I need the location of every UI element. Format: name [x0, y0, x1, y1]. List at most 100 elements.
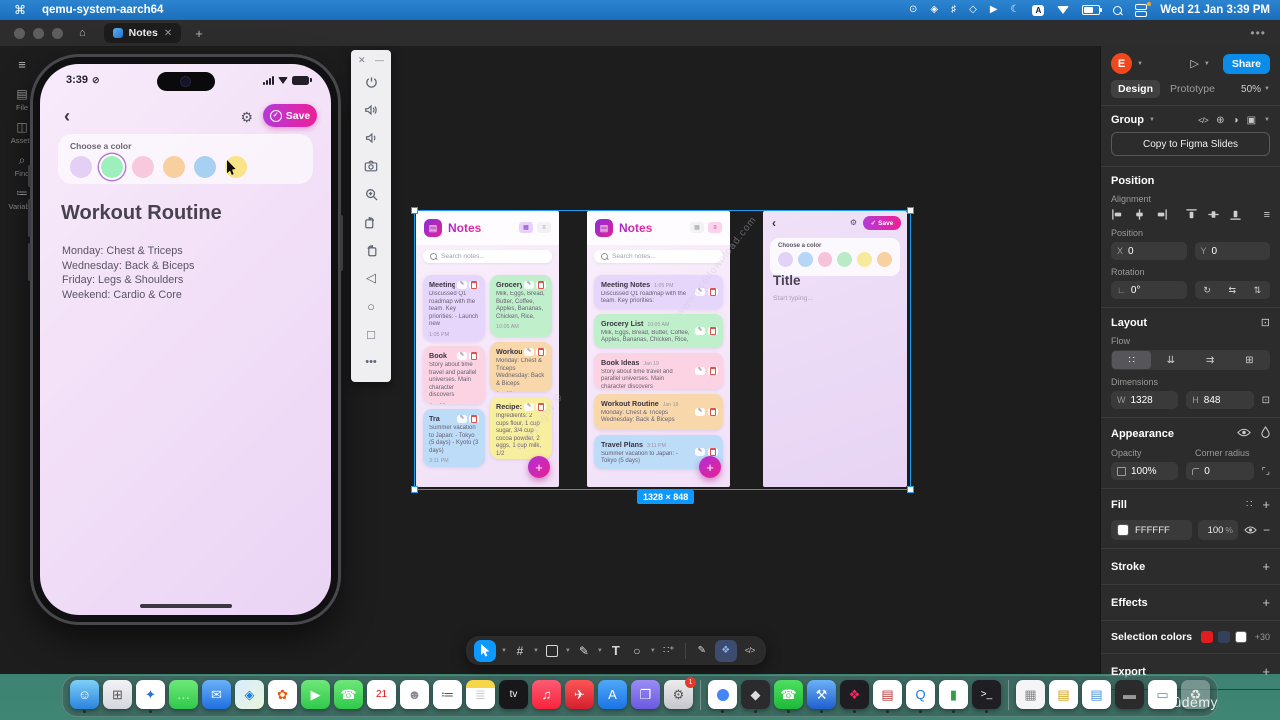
- dock-file-document-2[interactable]: ▤: [1082, 680, 1111, 709]
- color-swatch-lavender[interactable]: [778, 252, 793, 267]
- input-source-icon[interactable]: A: [1032, 5, 1044, 16]
- share-button[interactable]: Share: [1223, 54, 1270, 74]
- flow-grid-icon[interactable]: ⊞: [1230, 351, 1269, 369]
- tab-design[interactable]: Design: [1111, 80, 1160, 98]
- home-icon[interactable]: ○: [351, 292, 391, 320]
- settings-gear-icon[interactable]: ⚙: [240, 109, 253, 126]
- screenshot-icon[interactable]: [351, 152, 391, 180]
- move-tool[interactable]: [474, 640, 496, 662]
- copy-to-figma-slides-button[interactable]: Copy to Figma Slides: [1111, 132, 1270, 156]
- align-horizontal-center-icon[interactable]: [1133, 208, 1146, 221]
- add-note-fab[interactable]: +: [528, 456, 550, 478]
- dock-finder[interactable]: ☺: [70, 680, 99, 713]
- fill-opacity-input[interactable]: 100%: [1198, 520, 1238, 540]
- boolean-groups-icon[interactable]: ▣: [1247, 115, 1256, 126]
- delete-icon[interactable]: [708, 408, 718, 416]
- width-input[interactable]: W1328: [1111, 391, 1178, 409]
- delete-icon[interactable]: [708, 448, 718, 456]
- delete-icon[interactable]: [536, 403, 546, 411]
- fill-styles-icon[interactable]: ∷: [1246, 499, 1252, 510]
- active-app-name[interactable]: qemu-system-aarch64: [42, 4, 163, 16]
- x-position-input[interactable]: X0: [1111, 242, 1187, 260]
- note-card-grocery[interactable]: Grocery✎ Milk, Eggs, Bread, Butter, Coff…: [490, 275, 552, 337]
- frame-tool[interactable]: #: [512, 640, 528, 662]
- file-icon[interactable]: ▤: [16, 88, 27, 100]
- selection-type-chevron-icon[interactable]: ▼: [1149, 117, 1155, 123]
- dock-figma[interactable]: ❖: [840, 680, 869, 713]
- fill-swatch[interactable]: [1117, 524, 1129, 536]
- dock-photos[interactable]: ✿: [268, 680, 297, 709]
- add-fill-icon[interactable]: +: [1262, 497, 1270, 512]
- window-more-icon[interactable]: •••: [1250, 26, 1266, 40]
- dock-installer-file[interactable]: ▦: [1016, 680, 1045, 709]
- dock-calendar[interactable]: 21: [367, 680, 396, 709]
- delete-icon[interactable]: [469, 281, 479, 289]
- assets-icon[interactable]: ◫: [16, 121, 27, 133]
- list-view-toggle[interactable]: ≡: [708, 222, 722, 233]
- frame1-search-bar[interactable]: Search notes...: [423, 250, 552, 263]
- flow-vertical-icon[interactable]: ⇊: [1151, 351, 1190, 369]
- canvas-frame-grid-view[interactable]: ▤ Notes ▦ ≡ Search notes... Meeting✎ Dis…: [416, 211, 559, 487]
- add-effect-icon[interactable]: +: [1262, 595, 1270, 610]
- minimize-window-button[interactable]: [33, 28, 44, 39]
- shape-tool-chevron[interactable]: ▼: [565, 648, 571, 654]
- more-icon[interactable]: •••: [351, 348, 391, 376]
- color-swatch-yellow[interactable]: [857, 252, 872, 267]
- edit-icon[interactable]: ✎: [524, 348, 534, 356]
- align-vertical-center-icon[interactable]: [1207, 208, 1220, 221]
- avatar-chevron-icon[interactable]: ▼: [1137, 61, 1143, 67]
- save-button[interactable]: ✓Save: [263, 104, 317, 127]
- dock-file-document-1[interactable]: ▤: [1049, 680, 1078, 709]
- canvas-frame-editor-view[interactable]: ‹ ⚙ ✓Save Choose a color Title Start typ…: [763, 211, 907, 487]
- note-body[interactable]: Monday: Chest & Triceps Wednesday: Back …: [62, 244, 194, 302]
- delete-icon[interactable]: [469, 415, 479, 423]
- independent-corners-icon[interactable]: ⌜⌟: [1262, 466, 1270, 477]
- play-circle-icon[interactable]: ▶: [990, 5, 998, 15]
- actions-icon[interactable]: ∷⁺: [661, 640, 677, 662]
- traffic-lights[interactable]: [14, 28, 63, 39]
- main-menu-icon[interactable]: ≡: [18, 58, 26, 71]
- list-item-book-ideas[interactable]: Book IdeasJan 19 Story about time travel…: [594, 353, 723, 389]
- editor-body-placeholder[interactable]: Start typing...: [773, 295, 813, 302]
- edit-icon[interactable]: ✎: [524, 281, 534, 289]
- save-button[interactable]: ✓Save: [863, 216, 901, 230]
- present-chevron-icon[interactable]: ▼: [1204, 61, 1210, 67]
- list-view-toggle[interactable]: ≡: [537, 222, 551, 233]
- canvas-frame-list-view[interactable]: ▤ Notes ▦ ≡ Search notes... Meeting Note…: [587, 211, 730, 487]
- selection-handle[interactable]: [411, 486, 418, 493]
- color-swatch-pink[interactable]: [818, 252, 833, 267]
- dock-contacts[interactable]: ☻: [400, 680, 429, 709]
- present-icon[interactable]: ▷: [1190, 57, 1198, 70]
- dock-chrome[interactable]: [708, 680, 737, 713]
- apple-logo-icon[interactable]: ⌘: [14, 3, 26, 17]
- add-stroke-icon[interactable]: +: [1262, 559, 1270, 574]
- color-swatch-mint-selected[interactable]: [101, 156, 123, 178]
- align-left-icon[interactable]: [1111, 208, 1124, 221]
- design-mode-toggle[interactable]: ❖: [715, 640, 737, 662]
- close-tab-icon[interactable]: ✕: [164, 28, 172, 39]
- volume-down-icon[interactable]: [351, 124, 391, 152]
- dev-mode-toggle[interactable]: </>: [742, 640, 758, 662]
- edit-icon[interactable]: ✎: [695, 448, 705, 456]
- close-window-button[interactable]: [14, 28, 25, 39]
- tab-notes[interactable]: Notes ✕: [104, 23, 182, 43]
- note-card-recipe[interactable]: Recipe:✎ Ingredients: 2 cups flour, 1 cu…: [490, 397, 552, 459]
- color-swatch-blue[interactable]: [194, 156, 216, 178]
- list-item-meeting-notes[interactable]: Meeting Notes1:05 PM Discussed Q1 roadma…: [594, 275, 723, 309]
- rotation-input[interactable]: ∟0°: [1111, 281, 1187, 299]
- pen-tool-chevron[interactable]: ▼: [597, 648, 603, 654]
- dock-whatsapp[interactable]: ☎: [774, 680, 803, 713]
- dock-file-screenshot[interactable]: ▬: [1115, 680, 1144, 709]
- draw-tool-icon[interactable]: ✎: [694, 640, 710, 662]
- editor-title-field[interactable]: Title: [773, 273, 801, 288]
- keyboard-icon[interactable]: ♯: [951, 5, 956, 15]
- fill-color-input[interactable]: FFFFFF: [1111, 520, 1192, 540]
- dock-document-app[interactable]: ▤: [873, 680, 902, 713]
- text-tool[interactable]: T: [608, 640, 624, 662]
- dock-xcode[interactable]: ⚒: [807, 680, 836, 713]
- volume-up-icon[interactable]: [351, 96, 391, 124]
- dock-settings[interactable]: ⚙1: [664, 680, 693, 709]
- edit-icon[interactable]: ✎: [457, 352, 467, 360]
- color-swatch-lavender[interactable]: [70, 156, 92, 178]
- add-note-fab[interactable]: +: [699, 456, 721, 478]
